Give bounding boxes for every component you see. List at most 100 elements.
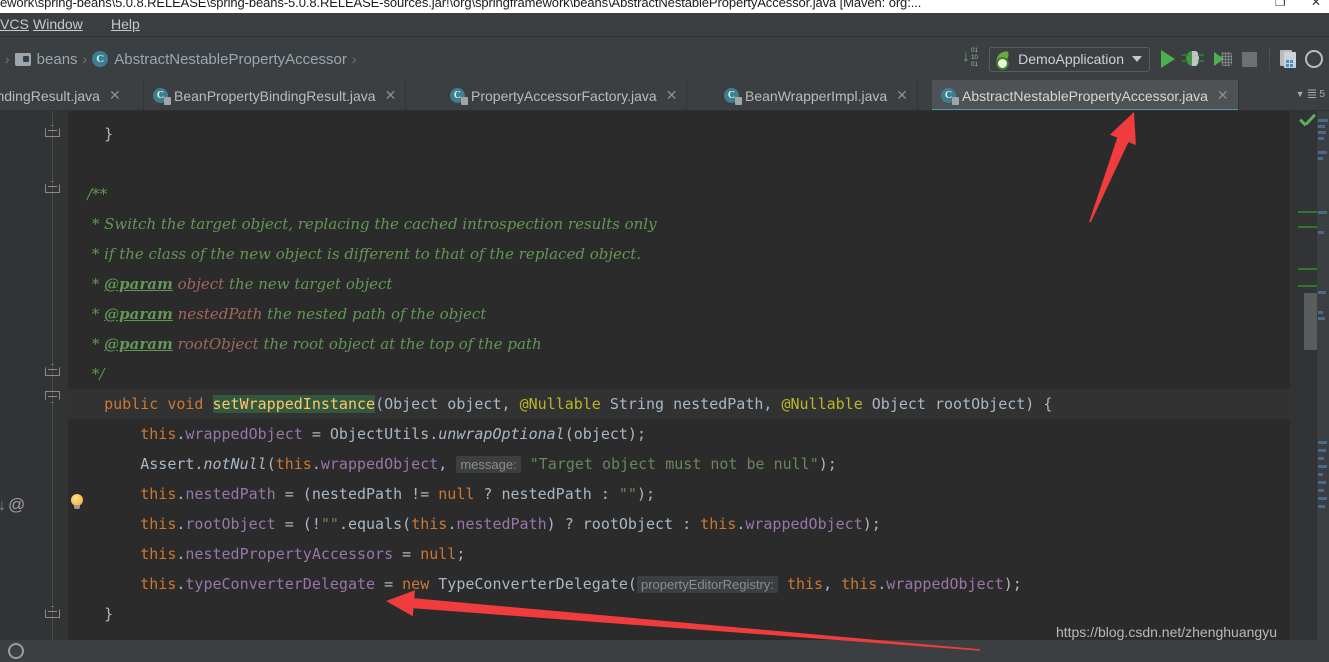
code-token: rootObject bbox=[185, 515, 276, 533]
tab-close-icon[interactable]: ✕ bbox=[385, 87, 397, 104]
code-token: } bbox=[68, 125, 114, 143]
editor-tab-bar: C BindingResult.java ✕ C BeanPropertyBin… bbox=[0, 80, 1329, 111]
window-title: ework\spring-beans\5.0.8.RELEASE\spring-… bbox=[0, 0, 922, 10]
code-token: public bbox=[104, 395, 159, 413]
tab-BeanWrapperImpl[interactable]: C BeanWrapperImpl.java ✕ bbox=[715, 80, 918, 111]
project-structure-button[interactable] bbox=[1280, 50, 1298, 68]
tab-close-icon[interactable]: ✕ bbox=[1217, 87, 1229, 104]
menu-item-window[interactable]: Window bbox=[33, 16, 83, 32]
code-token: the nested path of the object bbox=[262, 305, 487, 323]
debug-button[interactable] bbox=[1182, 48, 1204, 70]
marker-line[interactable] bbox=[1298, 211, 1317, 213]
fold-marker[interactable] bbox=[45, 125, 60, 137]
marker-line[interactable] bbox=[1298, 285, 1317, 287]
run-configuration-selector[interactable]: DemoApplication bbox=[989, 46, 1150, 72]
code-token: */ bbox=[68, 365, 105, 383]
code-editor[interactable]: @ ↓ } /** * Switch the target object, re… bbox=[0, 111, 1329, 662]
code-token: = ObjectUtils. bbox=[302, 425, 439, 443]
digit-2: 01 bbox=[971, 62, 978, 68]
code-token: . bbox=[736, 515, 746, 533]
code-token: ); bbox=[818, 455, 837, 473]
search-everywhere-icon[interactable] bbox=[1305, 50, 1323, 68]
code-line: * if the class of the new object is diff… bbox=[68, 239, 641, 269]
scrollbar-thumb[interactable] bbox=[1304, 293, 1317, 350]
run-button[interactable] bbox=[1161, 50, 1175, 68]
restore-button[interactable]: ❐ bbox=[1275, 0, 1286, 9]
main-toolbar: › beans › C AbstractNestablePropertyAcce… bbox=[0, 37, 1329, 80]
fold-marker[interactable] bbox=[45, 181, 60, 193]
close-button[interactable]: ✕ bbox=[1311, 0, 1321, 9]
editor-gutter[interactable] bbox=[0, 111, 68, 662]
code-minimap-strip bbox=[1317, 111, 1329, 662]
tab-list-icon: ≣ bbox=[1306, 86, 1318, 101]
status-circle-icon[interactable] bbox=[8, 643, 24, 659]
inspection-ok-check-icon[interactable] bbox=[1299, 115, 1316, 129]
chevron-down-icon[interactable] bbox=[1132, 56, 1142, 62]
code-token: = (nestedPath != bbox=[275, 485, 439, 503]
code-token: . bbox=[447, 515, 457, 533]
tab-label: PropertyAccessorFactory.java bbox=[471, 87, 657, 104]
breadcrumb-item-beans[interactable]: beans bbox=[14, 50, 78, 68]
breadcrumb-item-class[interactable]: C AbstractNestablePropertyAccessor bbox=[92, 51, 347, 68]
menu-item-help[interactable]: Help bbox=[111, 16, 140, 32]
code-token: ); bbox=[862, 515, 881, 533]
code-token: , bbox=[438, 455, 457, 473]
status-bar bbox=[0, 640, 1329, 662]
breadcrumb-item-class-label: AbstractNestablePropertyAccessor bbox=[114, 50, 347, 68]
tab-close-icon[interactable]: ✕ bbox=[896, 87, 908, 104]
sort-numeric-icon[interactable]: ↓ 01 10 01 bbox=[962, 48, 982, 70]
code-token: typeConverterDelegate bbox=[185, 575, 376, 593]
fold-marker[interactable] bbox=[45, 364, 60, 376]
code-line: this.nestedPropertyAccessors = null; bbox=[68, 539, 465, 569]
tab-overflow-control[interactable]: ▼ ≣ 5 bbox=[1296, 86, 1325, 102]
code-token: } bbox=[68, 605, 114, 623]
stop-button[interactable] bbox=[1242, 51, 1257, 67]
run-with-coverage-button[interactable] bbox=[1211, 48, 1233, 70]
tab-label: BindingResult.java bbox=[0, 87, 100, 104]
implements-arrow-icon[interactable]: ↓ bbox=[0, 497, 6, 515]
breadcrumb-item-beans-label: beans bbox=[36, 50, 78, 68]
code-token: the root object at the top of the path bbox=[258, 335, 542, 353]
fold-marker[interactable] bbox=[45, 391, 60, 403]
code-token: * bbox=[68, 305, 105, 323]
run-configuration-label: DemoApplication bbox=[1018, 51, 1124, 67]
override-at-marker[interactable]: @ bbox=[8, 495, 25, 515]
code-token: nestedPropertyAccessors bbox=[185, 545, 394, 563]
structure-dot-3 bbox=[1286, 64, 1289, 67]
code-token: null bbox=[438, 485, 475, 503]
code-token: wrappedObject bbox=[185, 425, 303, 443]
code-token: , bbox=[823, 575, 842, 593]
tab-AbstractNestablePropertyAccessor[interactable]: C AbstractNestablePropertyAccessor.java … bbox=[932, 80, 1239, 111]
code-token: "Target object must not be null" bbox=[529, 455, 819, 473]
code-token: .equals( bbox=[338, 515, 412, 533]
tab-close-icon[interactable]: ✕ bbox=[109, 87, 121, 104]
tab-BindingResult[interactable]: C BindingResult.java ✕ bbox=[0, 80, 144, 111]
editor-marker-bar[interactable] bbox=[1290, 111, 1329, 662]
code-token: * bbox=[68, 275, 105, 293]
digit-1: 10 bbox=[971, 55, 978, 61]
breadcrumb: › beans › C AbstractNestablePropertyAcce… bbox=[0, 47, 362, 71]
code-line: } bbox=[68, 599, 113, 629]
marker-line[interactable] bbox=[1298, 268, 1317, 270]
window-controls[interactable]: ❐ ✕ bbox=[1253, 0, 1321, 9]
menu-item-vcs[interactable]: VCS bbox=[0, 16, 29, 32]
fold-marker[interactable] bbox=[45, 606, 60, 618]
code-token: this bbox=[140, 515, 177, 533]
code-token: ; bbox=[456, 545, 466, 563]
menu-bar: VCS Window Help bbox=[0, 13, 1329, 37]
code-token: this bbox=[841, 575, 878, 593]
code-token: ) ? rootObject : bbox=[546, 515, 701, 533]
code-token: the new target object bbox=[224, 275, 393, 293]
tab-BeanPropertyBindingResult[interactable]: C BeanPropertyBindingResult.java ✕ bbox=[144, 80, 407, 111]
tab-PropertyAccessorFactory[interactable]: C PropertyAccessorFactory.java ✕ bbox=[441, 80, 688, 111]
class-file-icon: C bbox=[153, 88, 171, 105]
code-token: Assert. bbox=[68, 455, 204, 473]
marker-line[interactable] bbox=[1298, 226, 1317, 228]
tab-close-icon[interactable]: ✕ bbox=[666, 87, 678, 104]
spring-leaf-icon bbox=[995, 52, 1012, 70]
